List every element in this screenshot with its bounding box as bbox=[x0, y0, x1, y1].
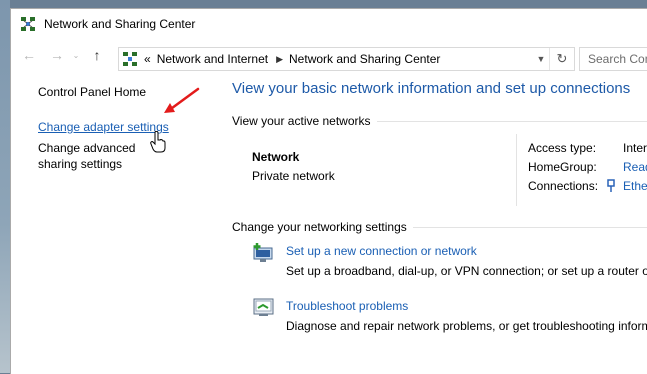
hand-cursor-icon bbox=[150, 131, 166, 153]
breadcrumb-network-sharing[interactable]: Network and Sharing Center bbox=[289, 52, 440, 66]
page-title: View your basic network information and … bbox=[232, 80, 631, 97]
change-adapter-settings-link[interactable]: Change adapter settings bbox=[38, 119, 198, 135]
back-arrow-icon[interactable]: ← bbox=[17, 43, 41, 67]
connections-label: Connections: bbox=[528, 179, 599, 193]
section-divider bbox=[412, 226, 647, 228]
new-connection-icon bbox=[253, 243, 273, 262]
active-networks-label: View your active networks bbox=[232, 114, 371, 128]
ethernet-icon bbox=[607, 179, 615, 192]
homegroup-label: HomeGroup: bbox=[528, 160, 597, 174]
search-box[interactable] bbox=[579, 47, 647, 71]
setup-connection-description: Set up a broadband, dial-up, or VPN conn… bbox=[286, 264, 647, 278]
network-center-icon bbox=[21, 17, 35, 31]
vertical-divider bbox=[516, 134, 517, 206]
access-type-value: Inter bbox=[623, 141, 647, 155]
troubleshoot-icon bbox=[253, 298, 274, 316]
change-settings-label: Change your networking settings bbox=[232, 220, 407, 234]
address-dropdown-icon[interactable]: ▼ bbox=[532, 48, 550, 70]
address-bar[interactable]: « Network and Internet ▶ Network and Sha… bbox=[118, 47, 575, 71]
desktop-background bbox=[0, 0, 10, 373]
homegroup-link[interactable]: Read bbox=[623, 160, 647, 174]
access-type-label: Access type: bbox=[528, 141, 597, 155]
recent-dropdown-icon[interactable]: ⌄ bbox=[69, 43, 83, 67]
network-center-small-icon bbox=[123, 52, 137, 66]
active-networks-heading: View your active networks bbox=[232, 114, 647, 128]
annotation-arrow-icon bbox=[164, 87, 200, 113]
breadcrumb-network-internet[interactable]: Network and Internet bbox=[157, 52, 268, 66]
network-name: Network bbox=[252, 150, 300, 164]
address-overflow[interactable]: « bbox=[144, 52, 151, 66]
refresh-icon[interactable]: ↻ bbox=[549, 48, 574, 70]
network-type: Private network bbox=[252, 169, 335, 183]
title-bar: Network and Sharing Center bbox=[11, 9, 647, 39]
section-divider bbox=[376, 120, 647, 122]
search-input[interactable] bbox=[586, 51, 647, 67]
troubleshoot-problems-link[interactable]: Troubleshoot problems bbox=[286, 299, 408, 313]
breadcrumb-chevron-icon[interactable]: ▶ bbox=[276, 54, 283, 65]
forward-arrow-icon[interactable]: → bbox=[45, 43, 69, 67]
setup-connection-link[interactable]: Set up a new connection or network bbox=[286, 244, 477, 258]
window-title: Network and Sharing Center bbox=[44, 17, 196, 31]
ethernet-connection-link[interactable]: Ethe bbox=[623, 179, 647, 193]
troubleshoot-description: Diagnose and repair network problems, or… bbox=[286, 319, 647, 333]
up-arrow-icon[interactable]: ↑ bbox=[85, 43, 109, 67]
change-settings-heading: Change your networking settings bbox=[232, 220, 647, 234]
